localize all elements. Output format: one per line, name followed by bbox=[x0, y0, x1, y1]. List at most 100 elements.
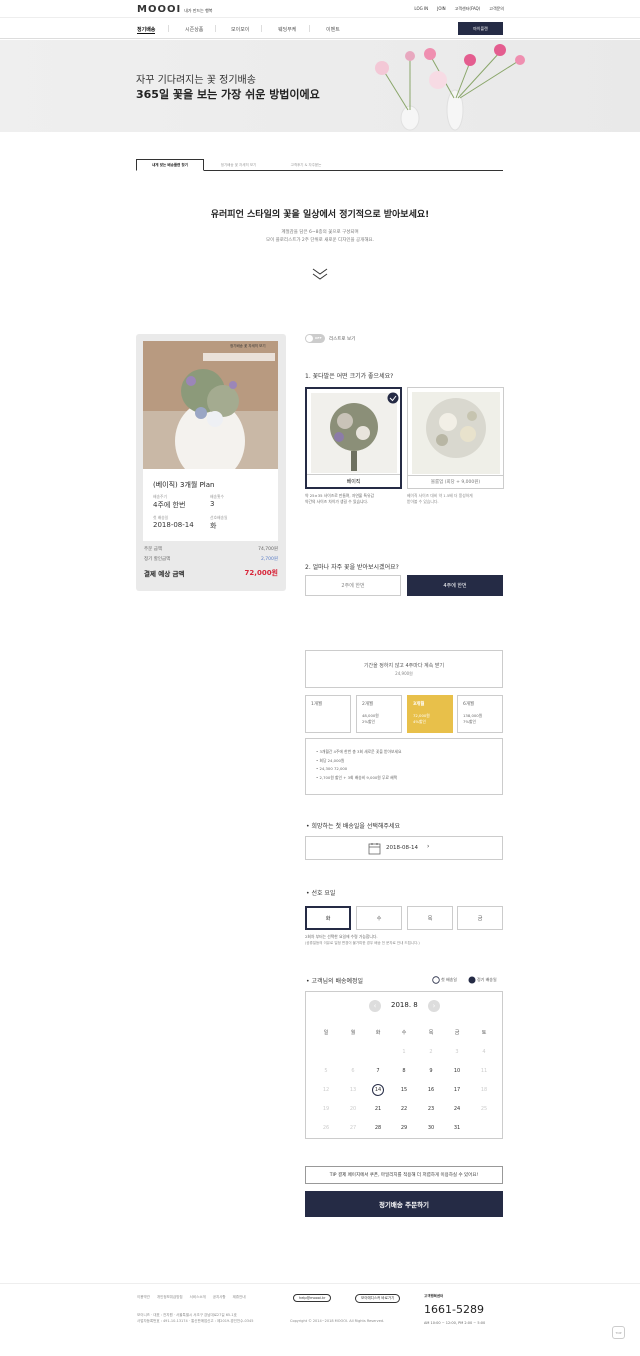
next-month-button[interactable]: › bbox=[428, 1000, 440, 1012]
cs-phone: 1661-5289 bbox=[424, 1303, 484, 1316]
freq-4weeks-button[interactable]: 4주에 한번 bbox=[407, 575, 503, 596]
notice-link[interactable]: 공지사항 bbox=[213, 1295, 226, 1300]
calendar-day[interactable]: 16 bbox=[421, 1087, 441, 1093]
calendar-day[interactable]: 7 bbox=[368, 1068, 388, 1074]
calendar-day[interactable]: 6 bbox=[343, 1068, 363, 1074]
date-picker[interactable]: 2018-08-14 › bbox=[305, 836, 503, 860]
calendar-day[interactable]: 24 bbox=[447, 1106, 467, 1112]
plan-1month[interactable]: 1개월 bbox=[305, 695, 351, 733]
nav-subscription[interactable]: 정기배송 bbox=[137, 26, 156, 34]
calendar-day[interactable]: 18 bbox=[474, 1087, 494, 1093]
no-limit-price: 24,900원 bbox=[395, 671, 413, 676]
first-day-legend-icon bbox=[432, 976, 440, 984]
footer: 이용약관 개인정보취급방침 서비스소개 공지사항 제휴안내 help@moooi… bbox=[0, 1283, 640, 1356]
prev-month-button[interactable]: ‹ bbox=[369, 1000, 381, 1012]
calendar-day[interactable]: 14 bbox=[372, 1084, 384, 1096]
calendar-day[interactable]: 21 bbox=[368, 1106, 388, 1112]
day-thu[interactable]: 목 bbox=[407, 906, 453, 930]
order-amount-label: 주문 금액 bbox=[144, 547, 162, 552]
size-option-volume[interactable]: 볼륨업 (회당 + 9,000원) bbox=[407, 387, 504, 489]
main-nav: 정기배송 시즌상품 모이모이 웨딩부케 이벤트 bbox=[0, 18, 640, 39]
calendar-day[interactable]: 22 bbox=[394, 1106, 414, 1112]
contact-link[interactable]: 고객문의 bbox=[489, 6, 504, 12]
calendar-day[interactable]: 23 bbox=[421, 1106, 441, 1112]
tab-reviews[interactable]: 고객후기 & 자주묻는 bbox=[281, 159, 331, 171]
calendar-day[interactable]: 29 bbox=[394, 1125, 414, 1131]
calendar-day[interactable]: 17 bbox=[447, 1087, 467, 1093]
freq-2weeks-button[interactable]: 2주에 한번 bbox=[305, 575, 401, 596]
scroll-top-button[interactable]: TOP bbox=[612, 1326, 625, 1339]
chevron-down-icon[interactable] bbox=[312, 268, 328, 280]
cs-hours: AM 10:00 ~ 12:00, PM 2:00 ~ 5:00 bbox=[424, 1321, 486, 1325]
my-plan-button[interactable]: 마이플랜 bbox=[458, 22, 503, 35]
calendar-day[interactable]: 9 bbox=[421, 1068, 441, 1074]
email-button[interactable]: help@moooi.kr bbox=[293, 1294, 332, 1302]
volume-bouquet-image bbox=[412, 392, 500, 474]
order-button[interactable]: 정기배송 주문하기 bbox=[305, 1191, 503, 1217]
calendar-day[interactable]: 27 bbox=[343, 1125, 363, 1131]
nav-wedding[interactable]: 웨딩부케 bbox=[278, 26, 296, 33]
pref-note1: 2회차 부터는 선택한 요일에 수령 가능합니다. bbox=[305, 934, 378, 939]
calendar-day[interactable]: 26 bbox=[316, 1125, 336, 1131]
day-fri[interactable]: 금 bbox=[457, 906, 503, 930]
total-value: 72,000원 bbox=[244, 569, 278, 577]
calendar-day[interactable]: 2 bbox=[421, 1049, 441, 1055]
faq-link[interactable]: 고객센터(FAQ) bbox=[455, 6, 481, 12]
nav-season[interactable]: 시즌상품 bbox=[185, 26, 203, 33]
selected-date: 2018-08-14 bbox=[386, 845, 418, 851]
calendar-day[interactable]: 13 bbox=[343, 1087, 363, 1093]
calendar-day[interactable]: 15 bbox=[394, 1087, 414, 1093]
hero-banner: 자꾸 기다려지는 꽃 정기배송 365일 꽃을 보는 가장 쉬운 방법이에요 bbox=[0, 40, 640, 132]
list-view-toggle[interactable]: OFF bbox=[305, 334, 325, 343]
weekday-header: 일 bbox=[323, 1030, 329, 1036]
footer-business: 사업자등록번호 : 491-10-13174 · 통신판매업신고 : 제2019… bbox=[137, 1319, 254, 1323]
calendar-day[interactable]: 5 bbox=[316, 1068, 336, 1074]
calendar-day[interactable]: 19 bbox=[316, 1106, 336, 1112]
top-links: LOG IN JOIN 고객센터(FAQ) 고객문의 bbox=[414, 6, 504, 12]
partner-link[interactable]: 제휴안내 bbox=[233, 1295, 246, 1300]
plan-2months[interactable]: 2개월 48,000원 2%할인 bbox=[356, 695, 402, 733]
footer-address: 모이니즈 · 대표 : 전지원 · 서울특별시 서초구 강남대로27길 65-1… bbox=[137, 1313, 237, 1317]
first-date-value: 2018-08-14 bbox=[153, 521, 194, 529]
terms-link[interactable]: 이용약관 bbox=[137, 1295, 150, 1300]
nav-moimoi[interactable]: 모이모이 bbox=[231, 26, 249, 33]
kakao-button[interactable]: 모이에디스커 바로가기 bbox=[355, 1294, 401, 1303]
detail-badge[interactable]: 정기배송 꽃 자세히 보기 bbox=[230, 344, 266, 349]
calendar-day[interactable]: 1 bbox=[394, 1049, 414, 1055]
calendar-day[interactable]: 11 bbox=[474, 1068, 494, 1074]
nav-event[interactable]: 이벤트 bbox=[326, 26, 340, 33]
check-icon bbox=[387, 392, 399, 404]
calendar-day[interactable]: 8 bbox=[394, 1068, 414, 1074]
plan-3months[interactable]: 3개월 72,000원 4%할인 bbox=[407, 695, 453, 733]
volume-desc2: 받아볼 수 있습니다. bbox=[407, 499, 439, 504]
total-label: 결제 예상 금액 bbox=[144, 570, 185, 578]
chevron-right-icon: › bbox=[427, 843, 430, 850]
day-tue[interactable]: 화 bbox=[305, 906, 351, 930]
top-bar: MOOOI 내가 만드는 행복 LOG IN JOIN 고객센터(FAQ) 고객문… bbox=[0, 0, 640, 18]
no-limit-label: 기간을 정하지 않고 4주마다 계속 받기 bbox=[363, 663, 445, 669]
calendar-day[interactable]: 10 bbox=[447, 1068, 467, 1074]
login-link[interactable]: LOG IN bbox=[414, 6, 428, 12]
join-link[interactable]: JOIN bbox=[437, 6, 446, 12]
basic-bouquet-image bbox=[311, 393, 397, 473]
cs-title: 고객행복센터 bbox=[424, 1294, 444, 1298]
calendar-day[interactable]: 28 bbox=[368, 1125, 388, 1131]
tab-find-plan[interactable]: 내게 맞는 배송플랜 찾기 bbox=[136, 159, 204, 171]
tab-details[interactable]: 정기배송 꽃 자세히 보기 bbox=[211, 159, 266, 171]
about-link[interactable]: 서비스소개 bbox=[190, 1295, 206, 1300]
calendar-day[interactable]: 4 bbox=[474, 1049, 494, 1055]
plan-6months[interactable]: 6개월 138,000원 7%할인 bbox=[457, 695, 503, 733]
calendar-day[interactable]: 12 bbox=[316, 1087, 336, 1093]
privacy-link[interactable]: 개인정보취급방침 bbox=[157, 1295, 183, 1300]
day-wed[interactable]: 수 bbox=[356, 906, 402, 930]
calendar-day[interactable]: 31 bbox=[447, 1125, 467, 1131]
logo[interactable]: MOOOI 내가 만드는 행복 bbox=[137, 4, 213, 15]
calendar-day[interactable]: 30 bbox=[421, 1125, 441, 1131]
intro-headline: 유러피언 스타일의 꽃을 일상에서 정기적으로 받아보세요! bbox=[210, 210, 430, 220]
calendar-day[interactable]: 3 bbox=[447, 1049, 467, 1055]
calendar-day[interactable]: 20 bbox=[343, 1106, 363, 1112]
size-option-basic[interactable]: 베이직 bbox=[305, 387, 402, 489]
calendar-day[interactable]: 25 bbox=[474, 1106, 494, 1112]
no-limit-option[interactable]: 기간을 정하지 않고 4주마다 계속 받기 24,900원 bbox=[305, 650, 503, 688]
plan-name: (베이직) 3개월 Plan bbox=[153, 481, 215, 489]
